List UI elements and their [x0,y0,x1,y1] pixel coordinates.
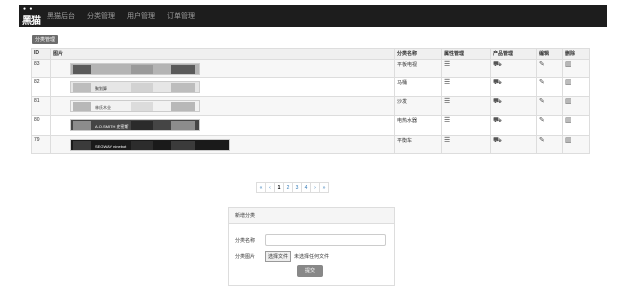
row-name: 电热水器 [394,115,442,136]
nav-item-orders[interactable]: 订单管理 [167,11,195,21]
edit-icon[interactable]: ✎ [539,117,545,124]
col-delete: 删除 [562,48,590,60]
property-list-icon[interactable]: ☰ [444,137,450,144]
col-edit: 编辑 [536,48,563,60]
category-banner-image: A.O.SMITH 史密斯 [70,119,200,131]
edit-icon[interactable]: ✎ [539,137,545,144]
logo-text: 黑猫 [22,16,41,27]
panel-title: 新增分类 [229,208,394,224]
delete-trash-cell: ▥ [562,135,590,154]
name-row: 分类名称 [235,234,386,246]
delete-trash-icon[interactable]: ▥ [565,137,572,144]
row-name: 沙发 [394,96,442,116]
edit-cell: ✎ [536,115,563,136]
delete-trash-icon[interactable]: ▥ [565,79,572,86]
product-cart-cell: ⛟ [490,96,537,116]
nav-item-category[interactable]: 分类管理 [87,11,115,21]
edit-cell: ✎ [536,96,563,116]
property-list-cell: ☰ [441,96,491,116]
property-list-cell: ☰ [441,77,491,97]
top-navbar: ● ● 黑猫 黑猫后台 分类管理 用户管理 订单管理 [19,5,607,27]
col-product: 产品管理 [490,48,537,60]
delete-trash-cell: ▥ [562,77,590,97]
product-cart-icon[interactable]: ⛟ [493,117,502,124]
delete-trash-cell: ▥ [562,96,590,116]
row-name: 马桶 [394,77,442,97]
property-list-cell: ☰ [441,135,491,154]
property-list-icon[interactable]: ☰ [444,61,450,68]
edit-icon[interactable]: ✎ [539,61,545,68]
row-image-cell: 林氏木业 [50,96,395,116]
table-row: 81 林氏木业 沙发 ☰ ⛟ ✎ ▥ [31,96,590,116]
nav-brand[interactable]: 黑猫后台 [47,11,75,21]
banner-text: 聚划算 [95,86,107,91]
page-link[interactable]: » [319,182,329,193]
category-banner-image: 聚划算 [70,81,200,93]
row-name: 平板电视 [394,59,442,78]
delete-trash-icon[interactable]: ▥ [565,117,572,124]
col-property: 属性管理 [441,48,491,60]
delete-trash-icon[interactable]: ▥ [565,98,572,105]
row-image-cell: 聚划算 [50,77,395,97]
delete-trash-cell: ▥ [562,115,590,136]
delete-trash-cell: ▥ [562,59,590,78]
product-cart-cell: ⛟ [490,59,537,78]
product-cart-cell: ⛟ [490,77,537,97]
category-banner-image: 林氏木业 [70,100,200,112]
choose-file-button[interactable]: 选择文件 [265,251,292,262]
image-label: 分类图片 [235,254,256,260]
delete-trash-icon[interactable]: ▥ [565,61,572,68]
row-image-cell: SEGWAY ninebot [50,135,395,154]
nav-item-users[interactable]: 用户管理 [127,11,155,21]
product-cart-icon[interactable]: ⛟ [493,61,502,68]
property-list-icon[interactable]: ☰ [444,98,450,105]
edit-icon[interactable]: ✎ [539,79,545,86]
row-id: 80 [31,115,51,136]
file-status: 未选择任何文件 [294,254,330,260]
col-image: 图片 [50,48,395,60]
table-row: 79 SEGWAY ninebot 平衡车 ☰ ⛟ ✎ ▥ [31,135,590,154]
image-row: 分类图片 选择文件 未选择任何文件 [235,251,329,262]
row-image-cell [50,59,395,78]
table-row: 80 A.O.SMITH 史密斯 电热水器 ☰ ⛟ ✎ ▥ [31,115,590,136]
banner-text: SEGWAY ninebot [95,144,127,149]
edit-cell: ✎ [536,59,563,78]
col-name: 分类名称 [394,48,442,60]
edit-icon[interactable]: ✎ [539,98,545,105]
add-category-panel: 新增分类 分类名称 分类图片 选择文件 未选择任何文件 提交 [228,207,395,286]
section-title: 分类管理 [32,35,59,44]
property-list-cell: ☰ [441,115,491,136]
banner-text: A.O.SMITH 史密斯 [95,124,129,129]
row-image-cell: A.O.SMITH 史密斯 [50,115,395,136]
pagination: «‹ 1 2 3 4 ›» [256,182,329,193]
category-banner-image [70,63,200,75]
product-cart-icon[interactable]: ⛟ [493,98,502,105]
category-name-input[interactable] [265,234,386,246]
name-label: 分类名称 [235,237,256,244]
table-row: 82 聚划算 马桶 ☰ ⛟ ✎ ▥ [31,77,590,97]
property-list-cell: ☰ [441,59,491,78]
product-cart-icon[interactable]: ⛟ [493,79,502,86]
logo[interactable]: ● ● 黑猫 [21,5,43,27]
product-cart-cell: ⛟ [490,115,537,136]
row-id: 81 [31,96,51,116]
row-id: 82 [31,77,51,97]
submit-button[interactable]: 提交 [297,265,323,277]
property-list-icon[interactable]: ☰ [444,117,450,124]
product-cart-cell: ⛟ [490,135,537,154]
row-name: 平衡车 [394,135,442,154]
col-id: ID [31,48,51,60]
category-table: ID 图片 分类名称 属性管理 产品管理 编辑 删除 83 平板电视 ☰ ⛟ ✎ ▥ 82 聚… [31,48,590,154]
table-row: 83 平板电视 ☰ ⛟ ✎ ▥ [31,59,590,78]
row-id: 83 [31,59,51,78]
banner-text: 林氏木业 [95,105,111,110]
category-banner-image: SEGWAY ninebot [70,139,230,151]
edit-cell: ✎ [536,135,563,154]
property-list-icon[interactable]: ☰ [444,79,450,86]
row-id: 79 [31,135,51,154]
table-header-row: ID 图片 分类名称 属性管理 产品管理 编辑 删除 [31,48,590,60]
edit-cell: ✎ [536,77,563,97]
product-cart-icon[interactable]: ⛟ [493,137,502,144]
